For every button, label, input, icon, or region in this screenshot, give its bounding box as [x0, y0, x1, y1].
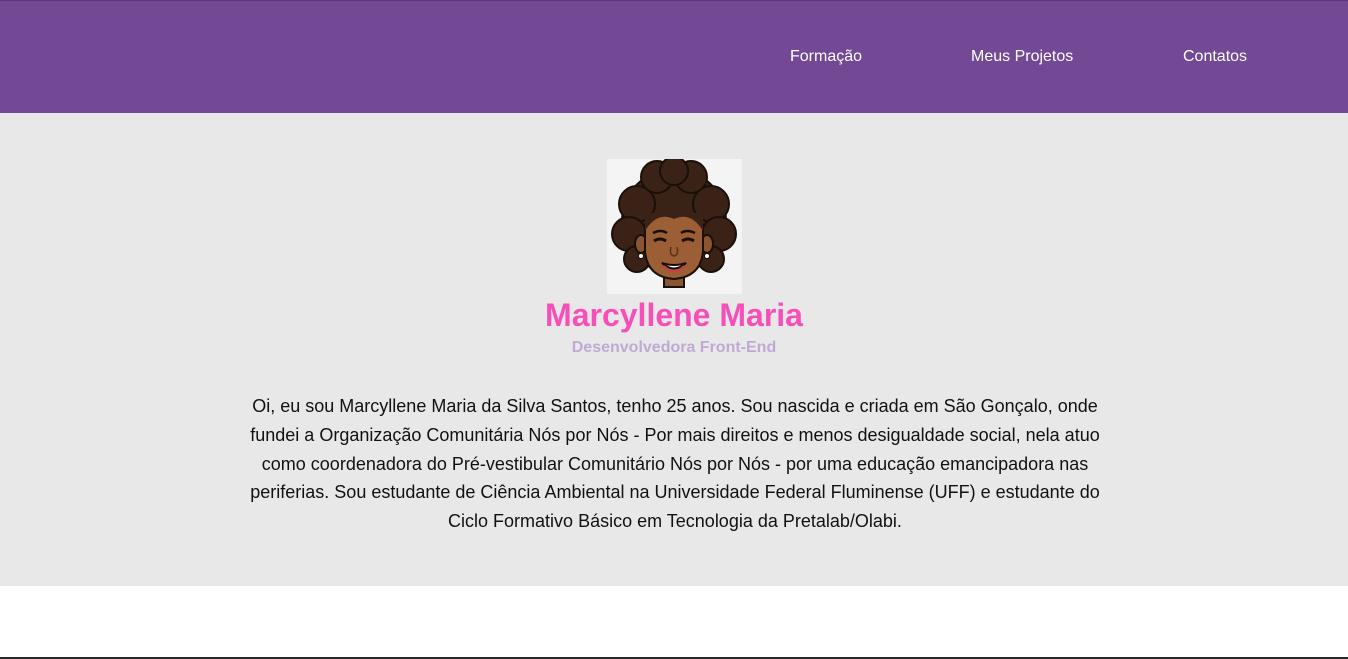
top-header: Formação Meus Projetos Contatos: [0, 0, 1348, 113]
nav-link-formacao[interactable]: Formação: [790, 47, 862, 67]
avatar-illustration-icon: [611, 159, 737, 288]
profile-section: Marcyllene Maria Desenvolvedora Front-En…: [0, 113, 1348, 586]
main-nav: Formação Meus Projetos Contatos: [0, 47, 1348, 69]
profile-role: Desenvolvedora Front-End: [571, 339, 777, 356]
page: Formação Meus Projetos Contatos Marcylle…: [0, 0, 1348, 659]
avatar: [607, 159, 742, 294]
footer-area: [0, 586, 1348, 658]
profile-bio: Oi, eu sou Marcyllene Maria da Silva San…: [250, 396, 1100, 532]
profile-name: Marcyllene Maria: [545, 297, 803, 333]
nav-link-contatos[interactable]: Contatos: [1183, 47, 1247, 67]
nav-link-meus-projetos[interactable]: Meus Projetos: [971, 47, 1073, 67]
